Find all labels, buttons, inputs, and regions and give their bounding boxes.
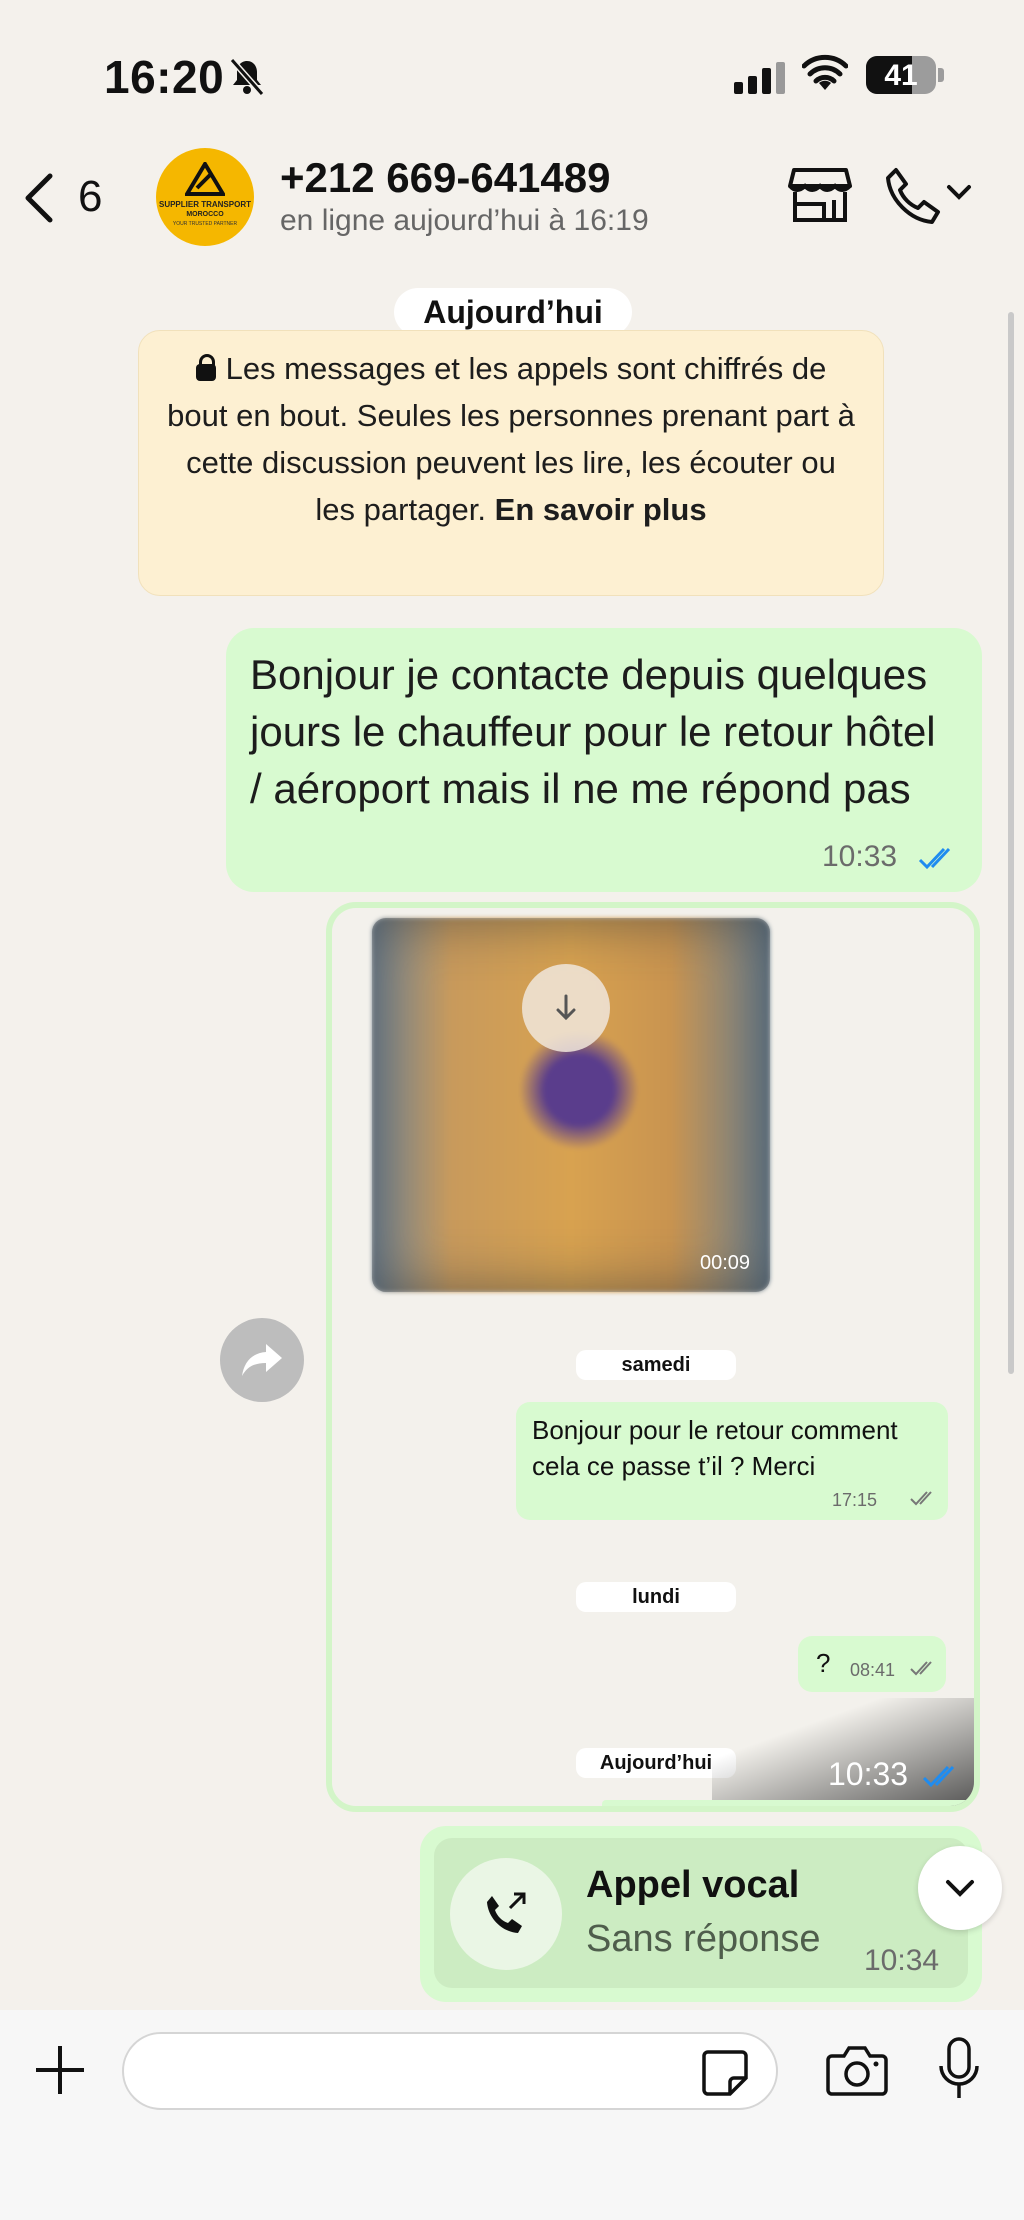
message-text: Bonjour je contacte depuis quelques jour… [250,651,936,812]
message-time: 10:33 [828,1756,909,1792]
embedded-bubble-edge [602,1800,974,1806]
scrollbar[interactable] [1008,312,1014,1374]
battery-tip [938,68,944,82]
store-icon[interactable] [788,166,852,224]
camera-icon[interactable] [826,2042,888,2098]
read-ticks-icon [918,847,951,870]
call-title: Appel vocal [586,1864,800,1906]
date-separator: samedi [576,1350,736,1380]
embedded-message: Bonjour pour le retour comment cela ce p… [516,1402,948,1520]
chevron-down-icon [946,1880,974,1897]
sticker-icon[interactable] [700,2048,750,2098]
learn-more-link[interactable]: En savoir plus [495,492,707,527]
video-duration: 00:09 [700,1252,751,1274]
avatar[interactable]: SUPPLIER TRANSPORT MOROCCO YOUR TRUSTED … [156,148,254,246]
embedded-message-text: Bonjour pour le retour comment cela ce p… [532,1415,898,1481]
battery-level: 41 [884,59,918,92]
message-time: 10:33 [822,840,898,873]
status-time: 16:20 [104,51,225,103]
message-time: 10:34 [864,1944,940,1977]
call-status: Sans réponse [586,1918,821,1960]
read-ticks-icon [922,1765,955,1788]
lock-icon [195,354,216,381]
message-input[interactable] [122,2032,778,2110]
ticks-icon [910,1661,932,1676]
wifi-icon [802,54,848,90]
plus-icon[interactable] [34,2044,86,2096]
logo-text-2: MOROCCO [186,211,224,218]
microphone-icon[interactable] [936,2036,982,2102]
contact-name[interactable]: +212 669-641489 [280,154,610,202]
logo-text-1: SUPPLIER TRANSPORT [158,200,251,209]
date-separator: Aujourd’hui [394,288,632,336]
date-separator: lundi [576,1582,736,1612]
signal-icon [734,62,790,94]
logo-text-3: YOUR TRUSTED PARTNER [172,221,238,227]
voice-call-icon[interactable] [882,166,942,228]
ticks-icon [910,1491,932,1506]
company-logo-icon [185,162,225,196]
back-chevron-icon[interactable] [20,170,60,226]
embedded-message-time: 17:15 [832,1490,878,1510]
contact-status: en ligne aujourd’hui à 16:19 [280,204,649,237]
embedded-message-time: 08:41 [850,1660,896,1680]
image-message[interactable]: 00:09 samedi Bonjour pour le retour comm… [326,902,980,1812]
battery-icon: 41 [866,56,936,94]
chevron-down-icon[interactable] [946,184,972,202]
download-arrow-icon [556,994,576,1021]
unread-count[interactable]: 6 [78,172,102,222]
screenshot-content: 00:09 samedi Bonjour pour le retour comm… [332,908,974,1806]
encryption-notice[interactable]: Les messages et les appels sont chiffrés… [138,330,884,596]
forward-arrow-icon [242,1344,282,1376]
bell-muted-icon [229,58,265,96]
outgoing-call-icon [487,1892,526,1933]
embedded-message-text: ? [816,1648,831,1678]
